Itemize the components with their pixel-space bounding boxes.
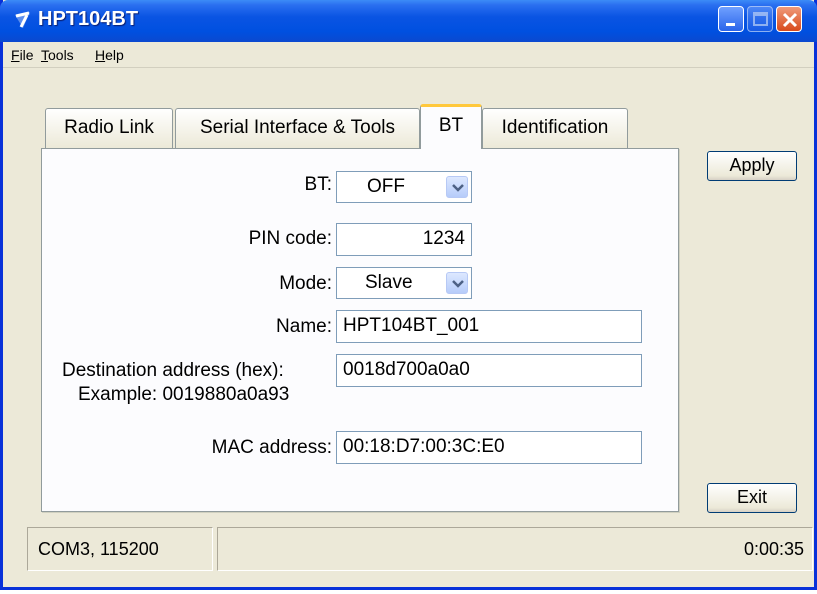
bt-select-value: OFF [367, 176, 405, 197]
status-port: COM3, 115200 [27, 527, 213, 571]
close-button[interactable] [776, 6, 802, 32]
minimize-icon [726, 23, 735, 26]
chevron-down-icon[interactable] [446, 176, 468, 198]
maximize-icon [753, 12, 768, 26]
mac-address-label: MAC address: [211, 437, 332, 458]
tab-bt[interactable]: BT [420, 104, 482, 149]
menu-tools[interactable]: Tools [41, 47, 74, 63]
status-elapsed-time: 0:00:35 [217, 527, 813, 571]
bt-select[interactable]: OFF [336, 171, 472, 203]
exit-button[interactable]: Exit [707, 483, 797, 513]
menu-help[interactable]: Help [95, 47, 124, 63]
tab-serial-interface-tools[interactable]: Serial Interface & Tools [175, 108, 420, 148]
pin-code-label: PIN code: [248, 228, 332, 249]
window-title: HPT104BT [38, 8, 139, 30]
mode-select-value: Slave [365, 272, 413, 293]
chevron-down-icon[interactable] [446, 272, 468, 294]
tab-identification[interactable]: Identification [482, 108, 628, 148]
apply-button[interactable]: Apply [707, 151, 797, 181]
bt-tab-panel: BT: OFF PIN code: 1234 Mode: Slave Name:… [41, 148, 679, 512]
minimize-button[interactable] [718, 6, 744, 32]
menu-file[interactable]: File [11, 47, 34, 63]
bt-label: BT: [304, 174, 332, 195]
mode-label: Mode: [279, 273, 332, 294]
title-bar[interactable]: HPT104BT [0, 0, 817, 42]
mode-select[interactable]: Slave [336, 267, 472, 299]
name-field[interactable]: HPT104BT_001 [336, 310, 642, 343]
menu-bar: File Tools Help [3, 42, 814, 68]
close-icon [782, 12, 798, 28]
destination-address-label: Destination address (hex): [62, 360, 284, 381]
destination-address-field[interactable]: 0018d700a0a0 [336, 354, 642, 387]
antenna-icon [15, 11, 30, 28]
maximize-button[interactable] [747, 6, 773, 32]
name-label: Name: [276, 316, 332, 337]
pin-code-field[interactable]: 1234 [336, 223, 472, 256]
destination-address-example: Example: 0019880a0a93 [78, 384, 290, 405]
mac-address-field[interactable]: 00:18:D7:00:3C:E0 [336, 431, 642, 464]
tab-radio-link[interactable]: Radio Link [45, 108, 173, 148]
main-window: HPT104BT File Tools Help Radio Link Seri… [0, 0, 817, 590]
status-bar: COM3, 115200 0:00:35 [27, 527, 813, 571]
